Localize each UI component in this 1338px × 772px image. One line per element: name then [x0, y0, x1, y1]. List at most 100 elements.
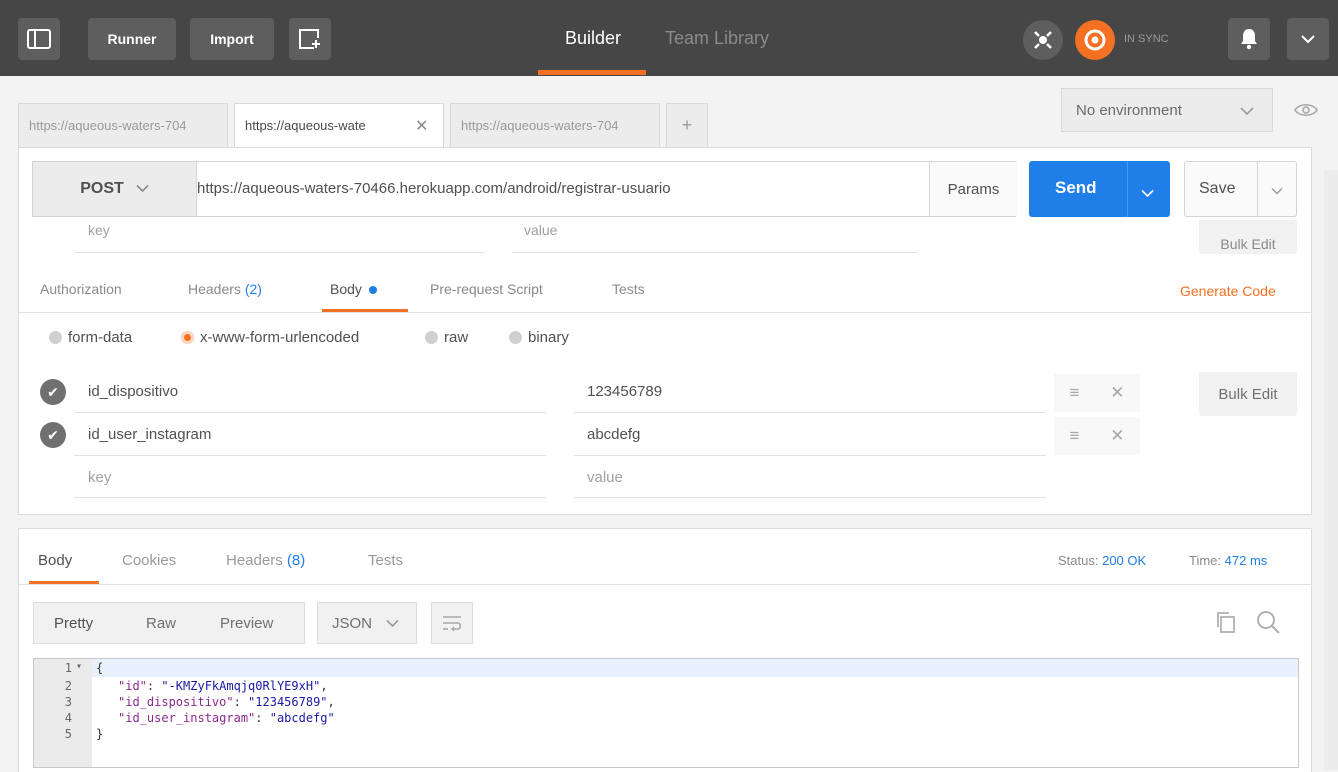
scrollbar[interactable] [1324, 170, 1338, 770]
tab-headers[interactable]: Headers (2) [188, 281, 262, 297]
line-number: 5 [64, 727, 72, 741]
json-key: "id_dispositivo" [118, 695, 234, 709]
runner-button[interactable]: Runner [88, 18, 176, 60]
fold-arrow-icon[interactable]: ▾ [76, 661, 82, 672]
chevron-down-icon [386, 615, 399, 632]
format-preview[interactable]: Preview [220, 615, 273, 632]
method-select[interactable]: POST [33, 162, 197, 216]
active-line-highlight [92, 659, 1298, 677]
import-button[interactable]: Import [190, 18, 274, 60]
save-button[interactable]: Save [1184, 161, 1297, 217]
language-select[interactable]: JSON [317, 602, 417, 644]
response-tab-headers[interactable]: Headers (8) [226, 552, 305, 569]
drag-handle-icon[interactable]: ≡ [1069, 426, 1079, 446]
request-tab-label: https://aqueous-wate [245, 118, 366, 133]
wrap-lines-icon[interactable] [431, 602, 473, 644]
new-key-input[interactable]: key [88, 469, 111, 486]
search-icon[interactable] [1255, 609, 1281, 638]
request-tab[interactable]: https://aqueous-waters-704 [450, 103, 660, 147]
json-key: "id_user_instagram" [118, 711, 256, 725]
bulk-edit-button[interactable]: Bulk Edit [1199, 372, 1297, 416]
radio-icon [49, 331, 62, 344]
divider [74, 497, 546, 498]
json-value: "123456789" [248, 695, 328, 709]
radio-form-data[interactable]: form-data [49, 329, 132, 346]
line-number: 4 [64, 711, 72, 725]
format-pretty[interactable]: Pretty [54, 615, 93, 632]
response-body-editor[interactable]: 1 ▾ { 2 "id": "-KMZyFkAmqjq0RlYE9xH", 3 … [33, 658, 1299, 768]
radio-binary[interactable]: binary [509, 329, 569, 346]
top-bar: Runner Import Builder Team Library IN SY… [0, 0, 1338, 76]
json-key: "id" [118, 679, 147, 693]
sidebar-toggle-icon[interactable] [18, 18, 60, 60]
divider [1257, 162, 1258, 216]
url-value: https://aqueous-waters-70466.herokuapp.c… [197, 180, 671, 197]
json-value: "abcdefg" [269, 711, 335, 725]
generate-code-link[interactable]: Generate Code [1180, 283, 1276, 299]
params-button[interactable]: Params [929, 162, 1017, 216]
hidden-bulk-edit-button[interactable]: Bulk Edit [1199, 220, 1297, 254]
interceptor-icon[interactable] [1023, 20, 1063, 60]
hidden-bulk-edit-label: Bulk Edit [1220, 236, 1276, 252]
method-label: POST [80, 180, 124, 197]
response-tab-tests[interactable]: Tests [368, 552, 403, 569]
chevron-down-icon[interactable] [1287, 18, 1329, 60]
tab-tests[interactable]: Tests [612, 281, 645, 297]
sync-icon[interactable] [1075, 20, 1115, 60]
param-key[interactable]: id_user_instagram [88, 426, 211, 443]
response-tab-cookies[interactable]: Cookies [122, 552, 176, 569]
new-value-input[interactable]: value [587, 469, 623, 486]
row-enabled-checkbox[interactable]: ✔ [40, 422, 66, 448]
notifications-bell-icon[interactable] [1228, 18, 1270, 60]
divider [74, 252, 484, 253]
new-window-icon[interactable] [289, 18, 331, 60]
tab-body[interactable]: Body [330, 281, 377, 297]
environment-select[interactable]: No environment [1061, 88, 1273, 132]
sync-status: IN SYNC [1124, 33, 1169, 45]
line-number: 1 [64, 661, 72, 675]
json-comma: , [320, 679, 328, 693]
tab-authorization[interactable]: Authorization [40, 281, 122, 297]
tab-team-library[interactable]: Team Library [665, 28, 769, 49]
url-bar: POST https://aqueous-waters-70466.heroku… [32, 161, 1017, 217]
hidden-key-field[interactable]: key [88, 222, 110, 238]
request-tab[interactable]: https://aqueous-waters-704 [18, 103, 228, 147]
time-label: Time: [1189, 553, 1222, 568]
tab-pre-request-script[interactable]: Pre-request Script [430, 281, 543, 297]
radio-raw[interactable]: raw [425, 329, 468, 346]
radio-x-www-form-urlencoded[interactable]: x-www-form-urlencoded [181, 329, 359, 346]
code-line: "id": "-KMZyFkAmqjq0RlYE9xH", [118, 679, 328, 693]
param-key[interactable]: id_dispositivo [88, 383, 178, 400]
language-label: JSON [332, 614, 373, 632]
param-value[interactable]: abcdefg [587, 426, 640, 443]
radio-icon [509, 331, 522, 344]
send-button[interactable]: Send [1029, 161, 1170, 217]
divider [19, 312, 1311, 313]
delete-row-icon[interactable]: ✕ [1110, 383, 1124, 403]
url-input[interactable]: https://aqueous-waters-70466.herokuapp.c… [197, 162, 671, 216]
environment-label: No environment [1076, 101, 1182, 119]
delete-row-icon[interactable]: ✕ [1110, 426, 1124, 446]
new-tab-button[interactable]: + [666, 103, 708, 147]
divider [574, 412, 1046, 413]
send-label: Send [1055, 178, 1097, 197]
divider [512, 252, 918, 253]
chevron-down-icon[interactable] [1271, 182, 1283, 200]
line-number: 3 [64, 695, 72, 709]
copy-icon[interactable] [1214, 610, 1238, 637]
drag-handle-icon[interactable]: ≡ [1069, 383, 1079, 403]
code-line: } [96, 727, 104, 741]
eye-icon[interactable] [1284, 88, 1328, 132]
line-number: 2 [64, 679, 72, 693]
tab-builder[interactable]: Builder [565, 28, 621, 49]
request-tab-active[interactable]: https://aqueous-wate ✕ [234, 103, 444, 147]
hidden-value-field[interactable]: value [524, 222, 557, 238]
response-tab-body[interactable]: Body [38, 552, 72, 569]
format-raw[interactable]: Raw [146, 615, 176, 632]
chevron-down-icon[interactable] [1141, 183, 1154, 203]
close-tab-icon[interactable]: ✕ [415, 116, 428, 136]
code-line: "id_user_instagram": "abcdefg" [118, 711, 335, 725]
radio-label: binary [528, 329, 569, 346]
row-enabled-checkbox[interactable]: ✔ [40, 379, 66, 405]
param-value[interactable]: 123456789 [587, 383, 662, 400]
